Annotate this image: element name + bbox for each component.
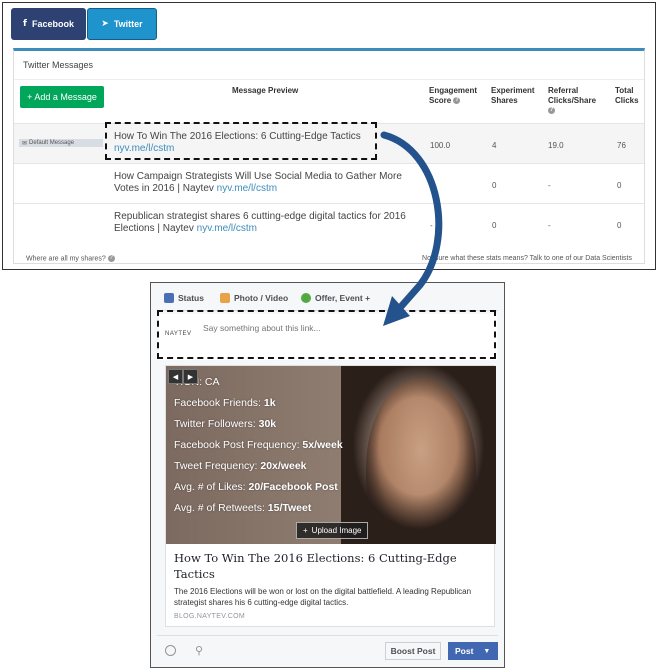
carousel-next-icon[interactable]: ▶ [183, 369, 198, 384]
footer-help-link[interactable]: Where are all my shares? ? [26, 255, 115, 262]
envelope-icon: ✉ [22, 140, 28, 147]
add-message-label: + Add a Message [27, 92, 97, 102]
referral-clicks: 19.0 [548, 141, 564, 150]
tab-offer-event[interactable]: Offer, Event + [301, 293, 370, 303]
column-header-engagement-line1: Engagement [429, 86, 478, 95]
box-title: Twitter Messages [23, 60, 94, 70]
column-header-total-line1: Total [615, 86, 634, 95]
carousel-prev-icon[interactable]: ◀ [168, 369, 183, 384]
divider [14, 79, 644, 80]
default-message-badge: ✉ Default Message [19, 139, 103, 147]
engagement-score: - [430, 221, 433, 230]
column-header-referral: Referral Clicks/Share ? [548, 86, 596, 116]
post-label: Post [455, 646, 474, 656]
image-stat: Avg. # of Likes: 20/Facebook Post [174, 481, 338, 493]
message-text: Republican strategist shares 6 cutting-e… [114, 211, 406, 234]
column-header-total: Total Clicks [615, 86, 639, 106]
emoji-icon[interactable] [165, 645, 176, 656]
help-icon[interactable]: ? [453, 97, 461, 105]
upload-image-label: Upload Image [311, 526, 362, 535]
upload-image-button[interactable]: + Upload Image [296, 522, 369, 539]
engagement-score: - [430, 181, 433, 190]
engagement-score: 100.0 [430, 141, 451, 150]
footer-help-text: Where are all my shares? [26, 255, 106, 263]
image-stats: TION: CA Facebook Friends: 1k Twitter Fo… [174, 372, 343, 519]
twitter-icon: ➤ [101, 19, 109, 29]
column-header-preview: Message Preview [232, 86, 299, 95]
tab-status-label: Status [178, 293, 204, 303]
experiment-shares: 0 [492, 221, 497, 230]
help-icon[interactable]: ? [548, 107, 555, 115]
experiment-shares: 0 [492, 181, 497, 190]
total-clicks: 76 [617, 141, 626, 150]
image-stat: Tweet Frequency: 20x/week [174, 460, 307, 472]
plus-icon: + [303, 526, 308, 535]
referral-clicks: - [548, 221, 551, 230]
column-header-total-line2: Clicks [615, 96, 639, 105]
column-header-experiment: Experiment Shares [491, 86, 535, 106]
tab-facebook-label: Facebook [31, 19, 74, 29]
photo-icon [220, 293, 230, 303]
facebook-icon: f [23, 19, 27, 29]
column-header-referral-line1: Referral [548, 86, 579, 95]
image-stat: Facebook Friends: 1k [174, 397, 276, 409]
offer-icon [301, 293, 311, 303]
caret-down-icon[interactable]: ▼ [483, 648, 490, 655]
total-clicks: 0 [617, 221, 622, 230]
add-message-button[interactable]: + Add a Message [20, 86, 104, 108]
column-header-engagement-line2: Score [429, 96, 452, 105]
image-carousel: ◀ ▶ [168, 369, 198, 384]
boost-post-button[interactable]: Boost Post [385, 642, 441, 660]
default-message-label: Default Message [29, 140, 75, 146]
column-header-experiment-line2: Shares [491, 96, 518, 105]
image-stat: Avg. # of Retweets: 15/Tweet [174, 502, 312, 514]
message-preview: Republican strategist shares 6 cutting-e… [114, 211, 424, 235]
total-clicks: 0 [617, 181, 622, 190]
tab-offer-label: Offer, Event + [315, 293, 371, 303]
column-header-engagement: Engagement Score ? [429, 86, 477, 106]
message-preview: How Campaign Strategists Will Use Social… [114, 171, 424, 195]
tab-twitter-label: Twitter [113, 19, 143, 29]
column-header-referral-line2: Clicks/Share [548, 96, 597, 105]
image-stat: Twitter Followers: 30k [174, 418, 277, 430]
link-preview-card[interactable]: TION: CA Facebook Friends: 1k Twitter Fo… [165, 365, 496, 627]
woman-hair [341, 366, 496, 544]
table-row[interactable]: How Campaign Strategists Will Use Social… [14, 163, 644, 203]
referral-clicks: - [548, 181, 551, 190]
link-preview-image: TION: CA Facebook Friends: 1k Twitter Fo… [166, 366, 496, 544]
column-header-experiment-line1: Experiment [491, 86, 535, 95]
tab-facebook[interactable]: f Facebook [11, 8, 86, 40]
footer-data-scientist-link[interactable]: Not sure what these stats means? Talk to… [422, 255, 632, 262]
experiment-shares: 4 [492, 141, 497, 150]
image-stat: TION: CA [174, 376, 220, 388]
highlight-box-message [105, 122, 377, 160]
pencil-icon [164, 293, 174, 303]
table-row[interactable]: Republican strategist shares 6 cutting-e… [14, 203, 644, 243]
help-icon: ? [107, 255, 115, 262]
tab-photo-video[interactable]: Photo / Video [220, 293, 288, 303]
link-card-title: How To Win The 2016 Elections: 6 Cutting… [174, 551, 457, 581]
link-card-domain: BLOG.NAYTEV.COM [174, 613, 246, 620]
tab-twitter[interactable]: ➤ Twitter [87, 8, 157, 40]
post-button[interactable]: Post ▼ [448, 642, 498, 660]
highlight-box-compose [157, 310, 496, 359]
divider [157, 635, 498, 636]
tab-photo-label: Photo / Video [234, 293, 289, 303]
tab-status[interactable]: Status [164, 293, 204, 303]
location-pin-icon[interactable]: ⚲ [195, 644, 203, 657]
image-stat: Facebook Post Frequency: 5x/week [174, 439, 343, 451]
link-card-description: The 2016 Elections will be won or lost o… [174, 587, 472, 607]
message-link[interactable]: nyv.me/l/cstm [197, 223, 257, 234]
message-link[interactable]: nyv.me/l/cstm [217, 183, 277, 194]
